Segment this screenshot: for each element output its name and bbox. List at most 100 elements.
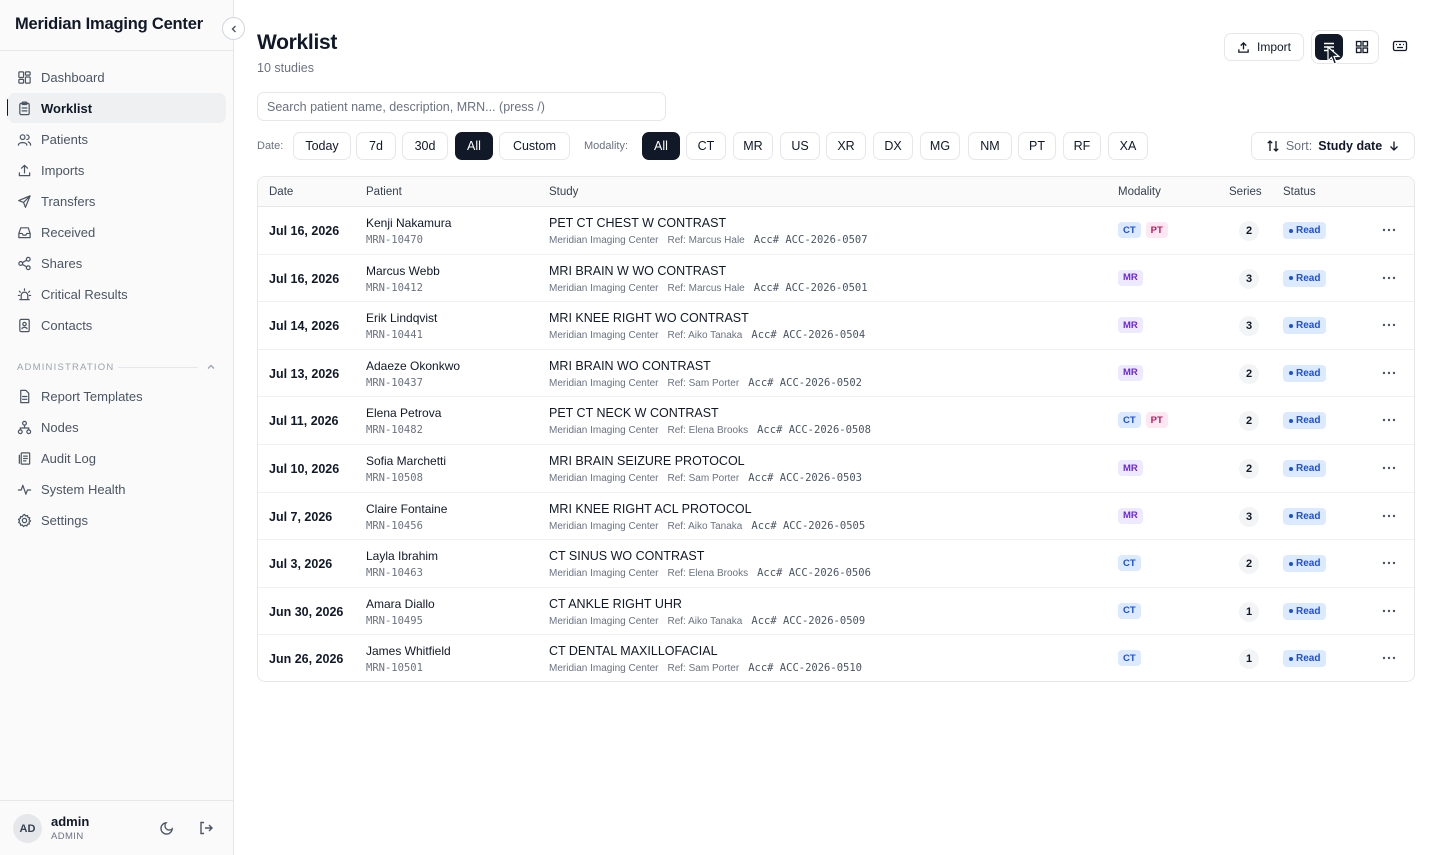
column-modality[interactable]: Modality	[1118, 186, 1161, 198]
collapse-sidebar-button[interactable]	[222, 17, 245, 40]
patient-mrn: MRN-10463	[366, 567, 423, 580]
study-description: CT ANKLE RIGHT UHR	[549, 596, 682, 611]
sidebar-item-label: Nodes	[41, 419, 79, 435]
moon-icon[interactable]	[160, 820, 175, 838]
sidebar-item-system-health[interactable]: System Health	[8, 474, 226, 504]
series-count: 2	[1239, 411, 1259, 432]
more-actions-button[interactable]	[1379, 268, 1399, 288]
patient-name: Marcus Webb	[366, 263, 440, 278]
sidebar-divider	[0, 50, 233, 51]
table-row[interactable]: Jul 16, 2026 Kenji Nakamura MRN-10470 PET C…	[258, 207, 1414, 255]
sidebar-item-received[interactable]: Received	[8, 217, 226, 247]
sidebar-item-settings[interactable]: Settings	[8, 505, 226, 535]
chevron-up-icon[interactable]	[205, 361, 217, 376]
more-actions-button[interactable]	[1379, 315, 1399, 335]
modality-filter-us[interactable]: US	[780, 132, 820, 160]
modality-filter-dx[interactable]: DX	[873, 132, 913, 160]
modality-filter-mr[interactable]: MR	[733, 132, 773, 160]
table-row[interactable]: Jul 10, 2026 Sofia Marchetti MRN-10508 MRI …	[258, 445, 1414, 493]
study-site: Meridian Imaging Center	[549, 282, 659, 294]
sidebar-item-critical-results[interactable]: Critical Results	[8, 279, 226, 309]
sidebar-item-transfers[interactable]: Transfers	[8, 186, 226, 216]
column-study[interactable]: Study	[549, 186, 578, 198]
more-actions-button[interactable]	[1379, 410, 1399, 430]
table-row[interactable]: Jul 16, 2026 Marcus Webb MRN-10412 MRI BRAI…	[258, 255, 1414, 303]
inbox-icon	[17, 225, 32, 240]
modality-filter-all[interactable]: All	[642, 132, 680, 160]
more-actions-button[interactable]	[1379, 458, 1399, 478]
sidebar-item-dashboard[interactable]: Dashboard	[8, 62, 226, 92]
status-badge: Read	[1283, 317, 1327, 335]
referring-physician: Ref: Elena Brooks	[667, 425, 749, 437]
more-actions-button[interactable]	[1379, 506, 1399, 526]
grid-icon	[1355, 40, 1369, 54]
column-patient[interactable]: Patient	[366, 186, 402, 198]
status-badge: Read	[1283, 650, 1327, 668]
table-row[interactable]: Jun 30, 2026 Amara Diallo MRN-10495 CT ANKL…	[258, 588, 1414, 636]
sidebar-item-label: Critical Results	[41, 286, 128, 302]
keyboard-shortcuts-button[interactable]	[1388, 34, 1412, 58]
sort-button[interactable]: Sort: Study date	[1251, 132, 1415, 160]
modality-filter-xr[interactable]: XR	[826, 132, 866, 160]
modality-filter-xa[interactable]: XA	[1108, 132, 1148, 160]
grid-view-button[interactable]	[1348, 34, 1376, 60]
avatar[interactable]: AD	[13, 814, 42, 843]
status-dot	[1289, 514, 1293, 519]
patient-mrn: MRN-10501	[366, 662, 423, 675]
date-filter-all[interactable]: All	[455, 132, 493, 160]
modality-filter-nm[interactable]: NM	[968, 132, 1012, 160]
sidebar-item-imports[interactable]: Imports	[8, 155, 226, 185]
table-row[interactable]: Jul 14, 2026 Erik Lindqvist MRN-10441 MRI K…	[258, 302, 1414, 350]
more-actions-button[interactable]	[1379, 553, 1399, 573]
accession-number: Acc# ACC-2026-0501	[753, 281, 868, 294]
page-title: Worklist	[257, 31, 338, 54]
modality-badge: PT	[1145, 412, 1168, 429]
date-filter-today[interactable]: Today	[293, 132, 351, 160]
patient-mrn: MRN-10456	[366, 519, 423, 532]
modality-filter-pt[interactable]: PT	[1018, 132, 1056, 160]
sidebar-item-label: System Health	[41, 481, 126, 497]
study-meta: Meridian Imaging Center Ref: Elena Brooks…	[549, 567, 871, 579]
status-dot	[1289, 466, 1293, 471]
table-row[interactable]: Jul 11, 2026 Elena Petrova MRN-10482 PET CT…	[258, 397, 1414, 445]
table-row[interactable]: Jun 26, 2026 James Whitfield MRN-10501 CT D…	[258, 635, 1414, 681]
table-row[interactable]: Jul 13, 2026 Adaeze Okonkwo MRN-10437 MRI B…	[258, 350, 1414, 398]
date-filter-30d[interactable]: 30d	[402, 132, 448, 160]
sidebar-item-patients[interactable]: Patients	[8, 124, 226, 154]
status-label: Read	[1296, 653, 1321, 665]
column-date[interactable]: Date	[269, 186, 293, 198]
more-actions-button[interactable]	[1379, 601, 1399, 621]
more-actions-button[interactable]	[1379, 363, 1399, 383]
study-meta: Meridian Imaging Center Ref: Marcus Hale A…	[549, 234, 868, 246]
patient-name: Elena Petrova	[366, 406, 442, 421]
referring-physician: Ref: Sam Porter	[667, 663, 740, 675]
search-input[interactable]	[257, 92, 666, 121]
table-row[interactable]: Jul 7, 2026 Claire Fontaine MRN-10456 MRI K…	[258, 493, 1414, 541]
sidebar-item-audit-log[interactable]: Audit Log	[8, 443, 226, 473]
date-filter-7d[interactable]: 7d	[356, 132, 396, 160]
sidebar-item-contacts[interactable]: Contacts	[8, 310, 226, 340]
status-dot	[1289, 323, 1293, 328]
study-description: MRI BRAIN SEIZURE PROTOCOL	[549, 454, 745, 468]
column-status[interactable]: Status	[1283, 186, 1316, 198]
modality-filter-ct[interactable]: CT	[686, 132, 726, 160]
sidebar-item-worklist[interactable]: Worklist	[8, 93, 226, 123]
sidebar-item-shares[interactable]: Shares	[8, 248, 226, 278]
modality-badge: MR	[1118, 364, 1143, 381]
sidebar-item-label: Report Templates	[41, 388, 143, 404]
network-icon	[17, 420, 32, 435]
status-badge: Read	[1283, 555, 1327, 573]
date-filter-custom[interactable]: Custom	[499, 132, 570, 160]
modality-filter-rf[interactable]: RF	[1063, 132, 1101, 160]
more-actions-button[interactable]	[1379, 220, 1399, 240]
column-series[interactable]: Series	[1229, 186, 1262, 198]
table-row[interactable]: Jul 3, 2026 Layla Ibrahim MRN-10463 CT SINU…	[258, 540, 1414, 588]
logout-icon[interactable]	[198, 820, 214, 839]
patient-name: Adaeze Okonkwo	[366, 358, 461, 373]
import-button[interactable]: Import	[1224, 33, 1304, 61]
more-actions-button[interactable]	[1379, 648, 1399, 668]
sidebar-item-report-templates[interactable]: Report Templates	[8, 381, 226, 411]
sidebar-item-label: Imports	[41, 162, 85, 178]
modality-filter-mg[interactable]: MG	[920, 132, 960, 160]
sidebar-item-nodes[interactable]: Nodes	[8, 412, 226, 442]
